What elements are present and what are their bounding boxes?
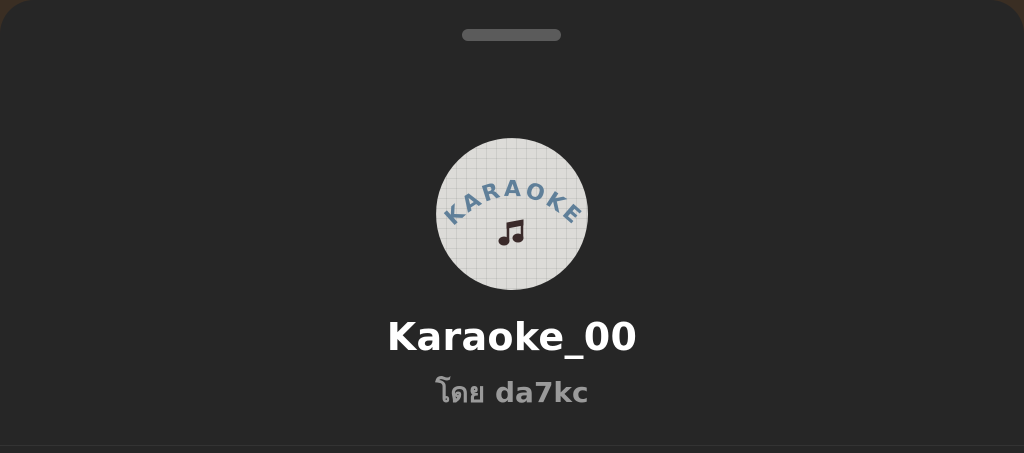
divider [0, 445, 1024, 446]
bottom-sheet: KARAOKE Karaoke_00 โดย da7kc [0, 0, 1024, 453]
sheet-drag-handle[interactable] [462, 29, 561, 41]
by-label: โดย [435, 376, 485, 409]
sound-thumbnail[interactable]: KARAOKE [436, 138, 588, 290]
music-note-icon [498, 219, 524, 246]
creator-username[interactable]: da7kc [495, 376, 589, 409]
sound-title: Karaoke_00 [386, 315, 638, 359]
creator-byline[interactable]: โดย da7kc [0, 373, 1024, 413]
karaoke-artwork: KARAOKE [440, 177, 584, 246]
